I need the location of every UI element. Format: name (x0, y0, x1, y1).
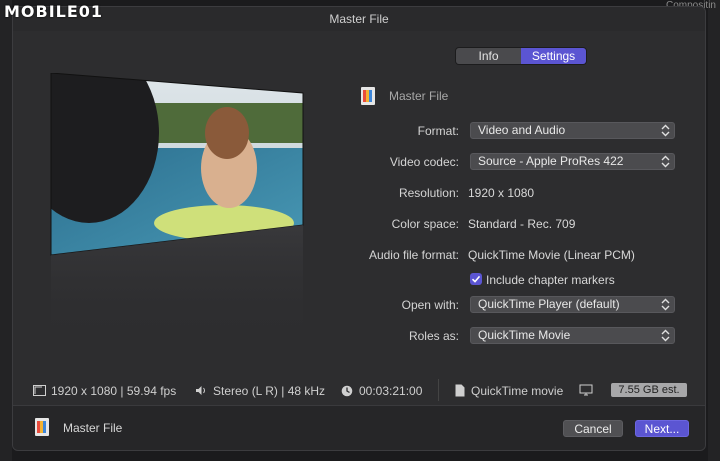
share-dialog: Master File Info Settings Master File Fo… (12, 6, 706, 451)
video-codec-value: Source - Apple ProRes 422 (478, 154, 624, 168)
master-file-icon (35, 418, 49, 436)
popup-arrows-icon (661, 329, 670, 342)
format-label: Format: (417, 124, 459, 138)
summary-bar: 1920 x 1080 | 59.94 fps Stereo (L R) | 4… (13, 375, 705, 405)
file-type-summary: QuickTime movie (471, 384, 564, 398)
video-codec-label: Video codec: (389, 155, 459, 169)
document-icon (455, 384, 465, 397)
cancel-button[interactable]: Cancel (563, 420, 623, 437)
color-space-label: Color space: (391, 217, 459, 231)
chapter-markers-label[interactable]: Include chapter markers (486, 273, 615, 287)
size-estimate-badge: 7.55 GB est. (611, 383, 687, 397)
footer-title: Master File (63, 421, 123, 435)
open-with-label: Open with: (401, 298, 459, 312)
background-app-left (0, 0, 12, 461)
display-icon (33, 385, 46, 396)
master-file-icon (361, 87, 375, 105)
video-summary: 1920 x 1080 | 59.94 fps (51, 384, 177, 398)
audio-format-value: QuickTime Movie (Linear PCM) (468, 248, 635, 262)
resolution-value: 1920 x 1080 (468, 186, 535, 200)
format-popup[interactable]: Video and Audio (470, 122, 675, 139)
next-button[interactable]: Next... (635, 420, 689, 437)
roles-as-value: QuickTime Movie (478, 328, 571, 342)
checkmark-icon (471, 275, 481, 283)
preview-image (50, 73, 304, 343)
open-with-popup[interactable]: QuickTime Player (default) (470, 296, 675, 313)
summary-divider (438, 379, 439, 401)
video-preview (49, 73, 305, 343)
speaker-icon (196, 386, 205, 395)
watermark-text: MOBILE01 (4, 2, 104, 21)
dialog-footer: Master File Cancel Next... (13, 405, 705, 450)
clock-icon (341, 385, 353, 397)
popup-arrows-icon (661, 124, 670, 137)
chapter-markers-checkbox[interactable] (470, 273, 482, 285)
preset-name: Master File (389, 89, 449, 103)
video-codec-popup[interactable]: Source - Apple ProRes 422 (470, 153, 675, 170)
tab-settings[interactable]: Settings (521, 48, 586, 64)
resolution-label: Resolution: (398, 186, 459, 200)
popup-arrows-icon (661, 298, 670, 311)
audio-format-label: Audio file format: (368, 248, 459, 262)
tab-info[interactable]: Info (456, 48, 521, 64)
duration-summary: 00:03:21:00 (359, 384, 423, 398)
open-with-value: QuickTime Player (default) (478, 297, 620, 311)
format-value: Video and Audio (478, 123, 566, 137)
roles-as-popup[interactable]: QuickTime Movie (470, 327, 675, 344)
watermark-logo: MOBILE01 (4, 2, 103, 21)
popup-arrows-icon (661, 155, 670, 168)
color-space-value: Standard - Rec. 709 (468, 217, 576, 231)
info-settings-tabs: Info Settings (455, 47, 587, 65)
roles-as-label: Roles as: (408, 329, 459, 343)
dialog-title: Master File (13, 7, 705, 31)
monitor-icon (579, 384, 593, 396)
audio-summary: Stereo (L R) | 48 kHz (213, 384, 326, 398)
background-app-right (708, 0, 720, 461)
